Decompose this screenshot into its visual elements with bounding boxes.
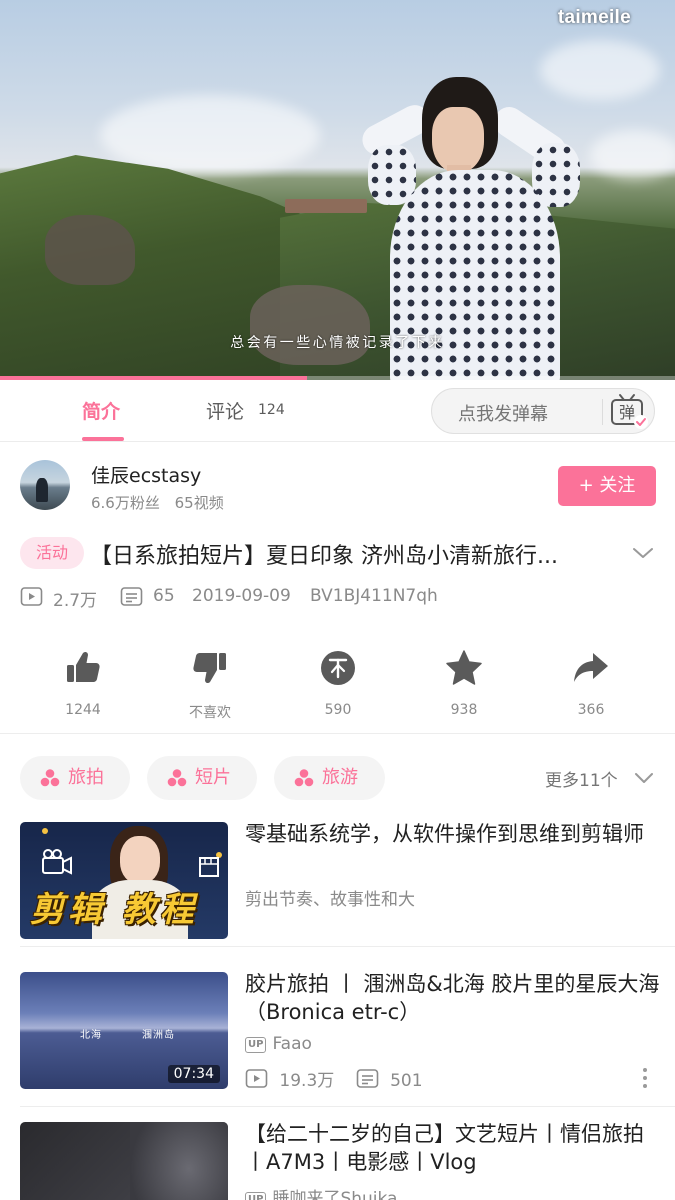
video-thumbnail[interactable] [20, 1122, 228, 1200]
clapper-icon [199, 857, 219, 877]
coin-button[interactable]: 590 [288, 640, 388, 718]
tag-travel[interactable]: 旅游 [274, 756, 385, 800]
follow-button[interactable]: + 关注 [558, 466, 656, 506]
related-title[interactable]: 【给二十二岁的自己】文艺短片丨情侣旅拍丨A7M3丨电影感丨Vlog [245, 1122, 660, 1176]
video-player[interactable]: taimeile 总会有一些心情被记录了下来 [0, 0, 675, 380]
video-thumbnail[interactable]: 北海 涠洲岛 07:34 [20, 972, 228, 1089]
divider [0, 733, 675, 734]
related-video[interactable]: 剪辑 教程 零基础系统学，从软件操作到思维到剪辑师 剪出节奏、故事性和大 [0, 822, 675, 962]
related-video[interactable]: 北海 涠洲岛 07:34 胶片旅拍 丨 涠洲岛&北海 胶片里的星辰大海（Bron… [0, 972, 675, 1112]
danmaku-count-icon [356, 1069, 378, 1088]
divider [20, 946, 675, 947]
danmaku-count-icon [120, 586, 144, 609]
divider [602, 399, 603, 425]
divider [20, 1106, 675, 1107]
like-button[interactable]: 1244 [33, 640, 133, 718]
video-count: 65视频 [174, 494, 224, 512]
thumb-up-icon [67, 651, 100, 682]
video-thumbnail[interactable]: 剪辑 教程 [20, 822, 228, 939]
coin-count: 590 [324, 702, 352, 718]
danmaku-input[interactable]: 点我发弹幕 弹 [431, 388, 655, 434]
comments-count: 124 [258, 402, 285, 418]
related-stats: 19.3万 501 [245, 1066, 423, 1091]
share-button[interactable]: 366 [541, 640, 641, 718]
up-badge: UP [245, 1037, 267, 1053]
rock [250, 285, 370, 365]
play-count-icon [245, 1069, 268, 1088]
danmaku-count: 65 [153, 586, 175, 606]
face [432, 107, 484, 173]
danmaku-glyph: 弹 [619, 403, 635, 422]
decor-dot [42, 828, 48, 834]
tab-intro[interactable]: 简介 [82, 397, 120, 424]
tag-label: 旅游 [322, 767, 358, 788]
chevron-down-icon[interactable] [631, 541, 655, 565]
film-camera-icon [42, 849, 72, 875]
presenter-face [120, 836, 160, 884]
cloud [100, 95, 320, 175]
uploader-name[interactable]: 佳辰ecstasy [91, 461, 201, 488]
thumb-down-icon [193, 653, 226, 684]
danmaku-toggle-icon[interactable]: 弹 [606, 393, 652, 431]
chevron-down-icon[interactable] [633, 768, 655, 792]
portrait-shade [130, 1122, 228, 1200]
thumbnail-caption: 涠洲岛 [142, 1030, 175, 1041]
tab-indicator [82, 437, 124, 441]
watermark: taimeile [557, 7, 631, 28]
uploader-stats: 6.6万粉丝 65视频 [91, 492, 234, 513]
video-subtitle: 总会有一些心情被记录了下来 [230, 335, 445, 351]
tag-label: 短片 [195, 767, 231, 788]
tab-bar: 简介 评论 124 点我发弹幕 弹 [0, 380, 675, 442]
thumbnail-text: 剪辑 教程 [30, 890, 198, 930]
tab-comments[interactable]: 评论 [206, 397, 244, 424]
related-title[interactable]: 零基础系统学，从软件操作到思维到剪辑师 [245, 820, 660, 848]
thumbnail-caption: 北海 [80, 1030, 102, 1041]
dislike-button[interactable]: 不喜欢 [160, 640, 260, 722]
tag-icon [40, 769, 60, 787]
share-count: 366 [577, 702, 605, 718]
view-count: 19.3万 [279, 1071, 335, 1091]
danmaku-placeholder: 点我发弹幕 [458, 404, 548, 425]
related-title[interactable]: 胶片旅拍 丨 涠洲岛&北海 胶片里的星辰大海（Bronica etr-c） [245, 970, 660, 1026]
related-video[interactable]: 【给二十二岁的自己】文艺短片丨情侣旅拍丨A7M3丨电影感丨Vlog UP 睡咖来了… [0, 1122, 675, 1200]
related-subtitle: 剪出节奏、故事性和大 [245, 890, 415, 910]
up-badge: UP [245, 1192, 267, 1200]
video-duration: 07:34 [167, 1065, 220, 1083]
tag-icon [167, 769, 187, 787]
publish-date: 2019-09-09 [192, 586, 291, 606]
tag-label: 旅拍 [68, 767, 104, 788]
bv-id: BV1BJ411N7qh [310, 586, 438, 606]
view-count: 2.7万 [53, 591, 98, 611]
danmaku-count: 501 [390, 1071, 423, 1091]
uploader-avatar[interactable] [20, 460, 70, 510]
favorite-count: 938 [450, 702, 478, 718]
uploader-name: Faao [272, 1034, 312, 1054]
tag-icon [294, 769, 314, 787]
action-row: 1244 不喜欢 590 938 366 [0, 640, 675, 730]
share-icon [574, 653, 608, 682]
uploader-name: 睡咖来了Shuika [272, 1189, 398, 1200]
more-tags-link[interactable]: 更多11个 [545, 766, 618, 791]
coin-icon [321, 651, 355, 685]
activity-badge[interactable]: 活动 [20, 537, 84, 569]
play-count-icon [20, 586, 44, 609]
fans-count: 6.6万粉丝 [91, 494, 160, 512]
building [285, 199, 367, 213]
star-icon [446, 650, 482, 685]
like-count: 1244 [65, 702, 101, 718]
related-uploader[interactable]: UP 睡咖来了Shuika [245, 1184, 397, 1200]
more-options-icon[interactable] [641, 1067, 649, 1089]
tag-short-film[interactable]: 短片 [147, 756, 257, 800]
avatar-figure [36, 478, 48, 502]
cloud [590, 130, 675, 180]
related-uploader[interactable]: UP Faao [245, 1034, 312, 1054]
video-title[interactable]: 【日系旅拍短片】夏日印象 济州岛小清新旅行... [90, 538, 630, 570]
rock [45, 215, 135, 285]
favorite-button[interactable]: 938 [414, 640, 514, 718]
tag-travel-shoot[interactable]: 旅拍 [20, 756, 130, 800]
dislike-label: 不喜欢 [189, 705, 231, 721]
